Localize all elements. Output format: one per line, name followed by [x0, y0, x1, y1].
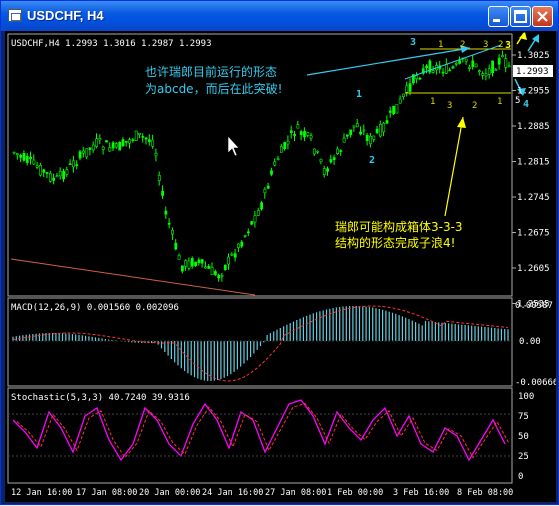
time-tick-label: 20 Jan 00:00 — [139, 488, 200, 498]
svg-text:2: 2 — [460, 40, 465, 50]
close-button[interactable] — [532, 6, 553, 27]
yellow-arrow-head — [457, 117, 466, 128]
svg-text:1: 1 — [430, 97, 435, 107]
maximize-icon — [514, 10, 527, 23]
svg-text:3: 3 — [483, 40, 488, 50]
price-tick-label: 1.3025 — [517, 51, 550, 61]
wave-label-1: 1 — [356, 89, 362, 100]
wave-label-2: 2 — [369, 155, 375, 166]
svg-text:0.00: 0.00 — [519, 337, 541, 347]
wave-label-3b: 3 — [505, 40, 511, 51]
time-axis: 12 Jan 16:00 17 Jan 08:00 20 Jan 00:00 24 J… — [11, 488, 513, 498]
minimize-button[interactable] — [488, 6, 509, 27]
macd-header: MACD(12,26,9) 0.001560 0.002096 — [11, 303, 179, 313]
svg-text:-0.00666: -0.00666 — [515, 378, 556, 388]
title-bar[interactable]: USDCHF, H4 — [1, 1, 558, 31]
annotation-yellow-line2: 结构的形态完成子浪4! — [335, 235, 455, 250]
close-icon — [537, 11, 548, 22]
svg-text:50: 50 — [518, 432, 529, 442]
price-tick-label: 1.2955 — [517, 87, 550, 97]
time-tick-label: 17 Jan 08:00 — [76, 488, 137, 498]
time-tick-label: 12 Jan 16:00 — [11, 488, 72, 498]
annotation-cyan-line1: 也许瑞郎目前运行的形态 — [145, 64, 277, 79]
time-tick-label: 24 Jan 16:00 — [202, 488, 263, 498]
svg-text:5: 5 — [515, 96, 520, 106]
time-tick-label: 1 Feb 00:00 — [327, 488, 383, 498]
svg-text:2: 2 — [472, 101, 477, 111]
price-axis: 1.3025 1.2955 1.2885 1.2815 1.2745 1.2675 1.26… — [512, 51, 550, 310]
current-price-label: 1.2993 — [516, 67, 549, 77]
svg-text:0: 0 — [518, 472, 523, 482]
annotation-cyan-line2: 为abcde，而后在此突破! — [145, 81, 282, 96]
svg-text:75: 75 — [518, 412, 529, 422]
wave-label-3: 3 — [410, 37, 416, 48]
price-tick-label: 1.2885 — [517, 122, 550, 132]
macd-histogram-layer — [12, 305, 509, 382]
svg-text:3: 3 — [447, 101, 452, 111]
price-tick-label: 1.2605 — [517, 264, 550, 274]
svg-text:2: 2 — [498, 40, 503, 50]
symbol-header: USDCHF,H4 1.2993 1.3016 1.2987 1.2993 — [11, 39, 211, 49]
svg-text:100: 100 — [518, 392, 534, 402]
mouse-cursor-icon — [227, 135, 240, 157]
price-tick-label: 1.2815 — [517, 158, 550, 168]
app-window: USDCHF, H4 USDCHF,H4 1.2993 1.3016 1.298… — [0, 0, 559, 505]
time-tick-label: 27 Jan 08:00 — [265, 488, 326, 498]
svg-text:25: 25 — [518, 452, 529, 462]
window-title: USDCHF, H4 — [27, 8, 104, 23]
maximize-button[interactable] — [510, 6, 531, 27]
chart-canvas[interactable]: USDCHF,H4 1.2993 1.3016 1.2987 1.2993 MA… — [5, 31, 558, 502]
svg-text:1: 1 — [497, 97, 502, 107]
window-icon — [8, 9, 22, 22]
price-tick-label: 1.2745 — [517, 193, 550, 203]
time-tick-label: 3 Feb 16:00 — [393, 488, 449, 498]
svg-text:0.00587: 0.00587 — [515, 301, 553, 311]
svg-text:1: 1 — [438, 40, 443, 50]
price-tick-label: 1.2675 — [517, 229, 550, 239]
minimize-icon — [493, 19, 500, 22]
yellow-arrow-line — [444, 116, 464, 217]
stoch-lines-layer — [12, 399, 510, 462]
wave-label-4: 4 — [523, 99, 529, 110]
stoch-header: Stochastic(5,3,3) 40.7240 39.9316 — [11, 393, 190, 403]
breakout-arrow-cyan — [532, 34, 539, 43]
annotation-yellow-line1: 瑞郎可能构成箱体3-3-3 — [335, 219, 463, 234]
time-tick-label: 8 Feb 08:00 — [457, 488, 513, 498]
